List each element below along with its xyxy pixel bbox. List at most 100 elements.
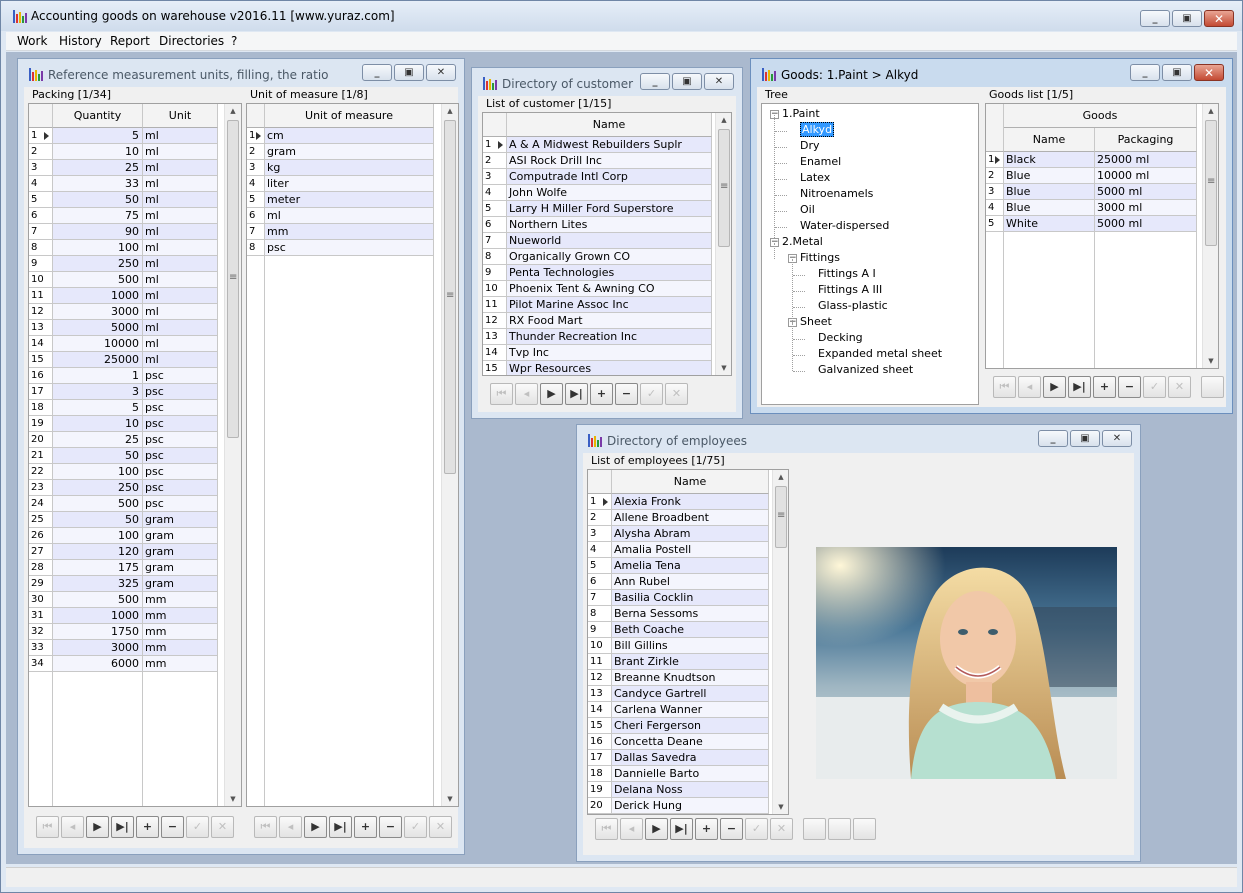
customer-row[interactable]: 2 ASI Rock Drill Inc (483, 153, 731, 169)
customer-name-cell[interactable]: Wpr Resources (507, 361, 712, 375)
quantity-cell[interactable]: 1000 (53, 608, 143, 624)
goods-row[interactable]: 3 Blue 5000 ml (986, 184, 1218, 200)
unit-scrollbar[interactable]: ▲ ▼ (441, 104, 458, 806)
unit-cell[interactable]: psc (143, 432, 218, 448)
unit-cell[interactable]: mm (143, 640, 218, 656)
unit-cell[interactable]: mm (143, 608, 218, 624)
close-button[interactable]: ✕ (1204, 10, 1234, 27)
next-button[interactable]: ▶ (645, 818, 668, 840)
unit-of-measure-cell[interactable]: mm (265, 224, 434, 240)
scroll-up-icon[interactable]: ▲ (442, 104, 458, 118)
customer-title-bar[interactable]: Directory of customer _ ▣ ✕ (472, 68, 742, 96)
packing-row[interactable]: 2 10 ml (29, 144, 241, 160)
close-button[interactable]: ✕ (1194, 64, 1224, 81)
insert-button[interactable]: + (590, 383, 613, 405)
tree-node[interactable]: 1.Paint (782, 107, 820, 120)
unit-header[interactable]: Unit of measure (265, 104, 434, 128)
customer-row[interactable]: 3 Computrade Intl Corp (483, 169, 731, 185)
quantity-cell[interactable]: 500 (53, 592, 143, 608)
unit-cell[interactable]: ml (143, 288, 218, 304)
last-button[interactable]: ▶| (111, 816, 134, 838)
customer-row[interactable]: 7 Nueworld (483, 233, 731, 249)
unit-row[interactable]: 4 liter (247, 176, 458, 192)
tree-node[interactable]: Sheet (800, 315, 832, 328)
goods-name-cell[interactable]: Black (1004, 152, 1095, 168)
packing-row[interactable]: 32 1750 mm (29, 624, 241, 640)
cancel-button[interactable]: ✕ (770, 818, 793, 840)
employee-row[interactable]: 15 Cheri Fergerson (588, 718, 788, 734)
tree-node[interactable]: 2.Metal (782, 235, 823, 248)
customer-name-cell[interactable]: Pilot Marine Assoc Inc (507, 297, 712, 313)
cancel-button[interactable]: ✕ (429, 816, 452, 838)
unit-of-measure-cell[interactable]: psc (265, 240, 434, 256)
unit-cell[interactable]: ml (143, 240, 218, 256)
employee-row[interactable]: 17 Dallas Savedra (588, 750, 788, 766)
first-button[interactable]: ⏮ (254, 816, 277, 838)
packing-row[interactable]: 28 175 gram (29, 560, 241, 576)
employee-name-cell[interactable]: Amalia Postell (612, 542, 769, 558)
minimize-button[interactable]: _ (1130, 64, 1160, 81)
customer-scrollbar[interactable]: ▲ ▼ (715, 113, 731, 375)
unit-cell[interactable]: ml (143, 256, 218, 272)
customer-name-cell[interactable]: Larry H Miller Ford Superstore (507, 201, 712, 217)
quantity-cell[interactable]: 3 (53, 384, 143, 400)
quantity-cell[interactable]: 90 (53, 224, 143, 240)
unit-cell[interactable]: ml (143, 208, 218, 224)
packing-scrollbar[interactable]: ▲ ▼ (224, 104, 241, 806)
employee-row[interactable]: 12 Breanne Knudtson (588, 670, 788, 686)
packing-row[interactable]: 7 90 ml (29, 224, 241, 240)
quantity-cell[interactable]: 100 (53, 528, 143, 544)
employee-name-cell[interactable]: Candyce Gartrell (612, 686, 769, 702)
packing-row[interactable]: 23 250 psc (29, 480, 241, 496)
goods-header-packaging[interactable]: Packaging (1095, 128, 1197, 152)
employee-row[interactable]: 20 Derick Hung (588, 798, 788, 814)
minimize-button[interactable]: _ (1140, 10, 1170, 27)
packing-row[interactable]: 20 25 psc (29, 432, 241, 448)
prior-button[interactable]: ◂ (1018, 376, 1041, 398)
first-button[interactable]: ⏮ (993, 376, 1016, 398)
scroll-down-icon[interactable]: ▼ (442, 792, 458, 806)
prior-button[interactable]: ◂ (515, 383, 538, 405)
scroll-down-icon[interactable]: ▼ (225, 792, 241, 806)
quantity-cell[interactable]: 500 (53, 272, 143, 288)
unit-of-measure-cell[interactable]: gram (265, 144, 434, 160)
customer-row[interactable]: 6 Northern Lites (483, 217, 731, 233)
quantity-cell[interactable]: 25000 (53, 352, 143, 368)
tree-node[interactable]: Decking (818, 331, 863, 344)
goods-row[interactable]: 1 Black 25000 ml (986, 152, 1218, 168)
employee-row[interactable]: 18 Dannielle Barto (588, 766, 788, 782)
employee-name-cell[interactable]: Beth Coache (612, 622, 769, 638)
goods-packaging-cell[interactable]: 10000 ml (1095, 168, 1197, 184)
goods-name-cell[interactable]: White (1004, 216, 1095, 232)
customer-name-cell[interactable]: Nueworld (507, 233, 712, 249)
minimize-button[interactable]: _ (362, 64, 392, 81)
extra-button[interactable] (1201, 376, 1224, 398)
quantity-cell[interactable]: 5 (53, 400, 143, 416)
quantity-cell[interactable]: 25 (53, 160, 143, 176)
scroll-thumb[interactable] (444, 120, 456, 474)
scroll-up-icon[interactable]: ▲ (716, 113, 731, 127)
quantity-cell[interactable]: 25 (53, 432, 143, 448)
employee-name-cell[interactable]: Dallas Savedra (612, 750, 769, 766)
unit-cell[interactable]: psc (143, 400, 218, 416)
goods-header-name[interactable]: Name (1004, 128, 1095, 152)
employee-row[interactable]: 3 Alysha Abram (588, 526, 788, 542)
reference-title-bar[interactable]: Reference measurement units, filling, th… (18, 59, 464, 87)
packing-row[interactable]: 24 500 psc (29, 496, 241, 512)
employees-header-name[interactable]: Name (612, 470, 769, 494)
tree-node[interactable]: Galvanized sheet (818, 363, 913, 376)
packing-row[interactable]: 5 50 ml (29, 192, 241, 208)
unit-cell[interactable]: ml (143, 128, 218, 144)
packing-row[interactable]: 10 500 ml (29, 272, 241, 288)
employee-name-cell[interactable]: Delana Noss (612, 782, 769, 798)
tree-node[interactable]: Fittings (800, 251, 840, 264)
employee-name-cell[interactable]: Breanne Knudtson (612, 670, 769, 686)
insert-button[interactable]: + (354, 816, 377, 838)
employee-name-cell[interactable]: Carlena Wanner (612, 702, 769, 718)
unit-cell[interactable]: gram (143, 544, 218, 560)
goods-title-bar[interactable]: Goods: 1.Paint > Alkyd _ ▣ ✕ (751, 59, 1232, 87)
customer-name-cell[interactable]: Computrade Intl Corp (507, 169, 712, 185)
close-button[interactable]: ✕ (1102, 430, 1132, 447)
customer-name-cell[interactable]: Penta Technologies (507, 265, 712, 281)
quantity-cell[interactable]: 10 (53, 416, 143, 432)
